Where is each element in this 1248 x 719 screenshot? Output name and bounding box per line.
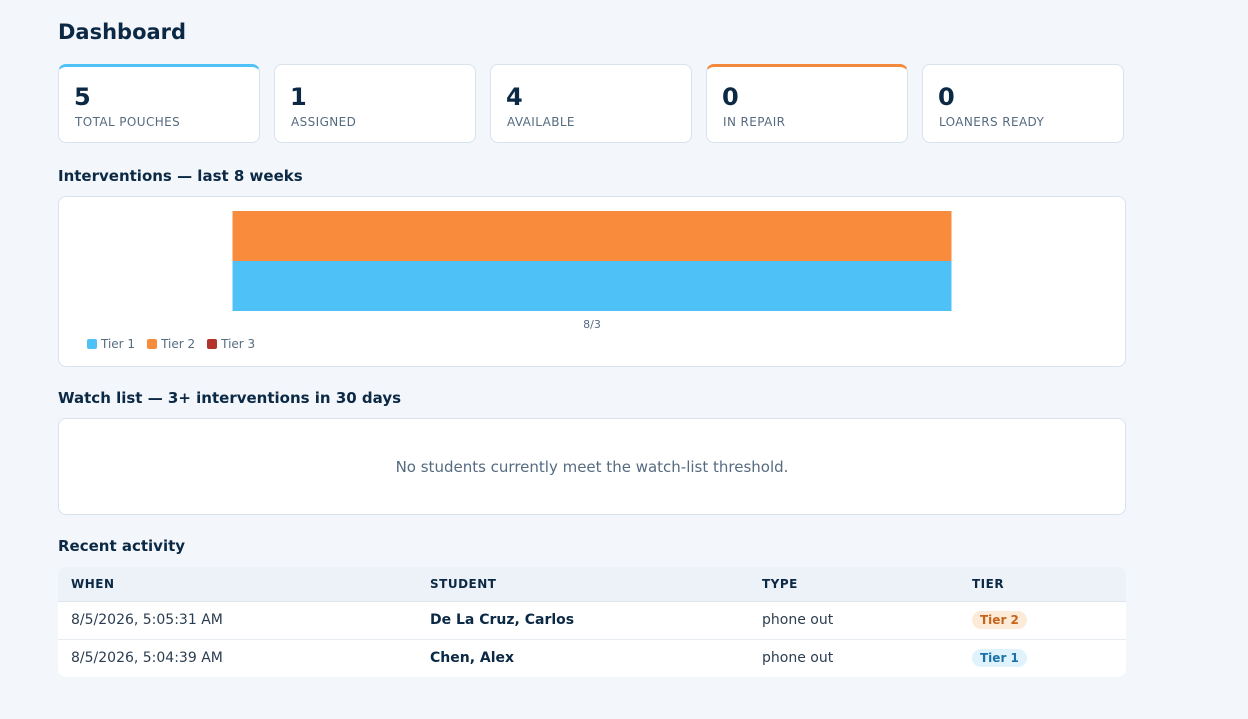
legend-label: Tier 2 — [161, 337, 196, 351]
stat-card-total-pouches[interactable]: 5 TOTAL POUCHES — [58, 64, 260, 143]
column-header-tier[interactable]: TIER — [972, 577, 1004, 591]
stat-value: 0 — [938, 83, 955, 111]
cell-student[interactable]: Chen, Alex — [430, 650, 514, 666]
page-title: Dashboard — [58, 20, 187, 44]
legend-item-tier-1[interactable]: Tier 1 — [87, 337, 135, 351]
stat-label: AVAILABLE — [507, 115, 575, 129]
stat-label: ASSIGNED — [291, 115, 357, 129]
stat-label: IN REPAIR — [723, 115, 786, 129]
cell-type: phone out — [762, 612, 834, 628]
watchlist-heading: Watch list — 3+ interventions in 30 days — [58, 389, 402, 407]
stats-cards: 5 TOTAL POUCHES 1 ASSIGNED 4 AVAILABLE 0… — [58, 64, 1126, 145]
watchlist-panel: No students currently meet the watch-lis… — [58, 418, 1126, 515]
stat-label: LOANERS READY — [939, 115, 1045, 129]
stat-label: TOTAL POUCHES — [75, 115, 181, 129]
legend-swatch — [207, 339, 218, 349]
dashboard-page: Dashboard 5 TOTAL POUCHES 1 ASSIGNED 4 A… — [0, 0, 1248, 719]
column-header-when[interactable]: WHEN — [71, 577, 115, 591]
stat-card-in-repair[interactable]: 0 IN REPAIR — [706, 64, 908, 143]
column-header-student[interactable]: STUDENT — [430, 577, 496, 591]
recent-activity-heading: Recent activity — [58, 537, 186, 555]
bar-tier-1[interactable] — [232, 261, 952, 311]
stat-value: 0 — [722, 83, 739, 111]
column-header-type[interactable]: TYPE — [762, 577, 798, 591]
stat-card-loaners-ready[interactable]: 0 LOANERS READY — [922, 64, 1124, 143]
legend-swatch — [87, 339, 97, 349]
cell-type: phone out — [762, 650, 834, 666]
recent-activity-table: WHEN STUDENT TYPE TIER 8/5/2026, 5:05:31… — [58, 567, 1126, 677]
stat-value: 4 — [506, 83, 523, 111]
stat-value: 5 — [74, 83, 91, 111]
interventions-chart-panel: 8/3 Tier 1 Tier 2 Tier 3 — [58, 196, 1126, 367]
stat-card-assigned[interactable]: 1 ASSIGNED — [274, 64, 476, 143]
watchlist-empty-message: No students currently meet the watch-lis… — [395, 458, 789, 476]
x-tick-label: 8/3 — [583, 318, 601, 331]
legend-label: Tier 3 — [221, 337, 256, 351]
cell-when: 8/5/2026, 5:04:39 AM — [71, 650, 223, 666]
table-row[interactable]: 8/5/2026, 5:05:31 AM De La Cruz, Carlos … — [58, 601, 1126, 640]
cell-student[interactable]: De La Cruz, Carlos — [430, 612, 574, 628]
interventions-chart: 8/3 — [232, 211, 952, 331]
tier-badge: Tier 1 — [972, 649, 1027, 667]
legend-swatch — [147, 339, 158, 349]
bar-tier-2[interactable] — [232, 211, 952, 261]
legend-item-tier-3[interactable]: Tier 3 — [207, 337, 255, 351]
table-header: WHEN STUDENT TYPE TIER — [58, 567, 1126, 602]
stat-card-available[interactable]: 4 AVAILABLE — [490, 64, 692, 143]
legend-item-tier-2[interactable]: Tier 2 — [147, 337, 195, 351]
table-row[interactable]: 8/5/2026, 5:04:39 AM Chen, Alex phone ou… — [58, 639, 1126, 677]
legend-label: Tier 1 — [101, 337, 136, 351]
tier-badge: Tier 2 — [972, 611, 1027, 629]
stat-value: 1 — [290, 83, 307, 111]
chart-legend: Tier 1 Tier 2 Tier 3 — [87, 337, 267, 351]
interventions-heading: Interventions — last 8 weeks — [58, 167, 303, 185]
cell-when: 8/5/2026, 5:05:31 AM — [71, 612, 223, 628]
